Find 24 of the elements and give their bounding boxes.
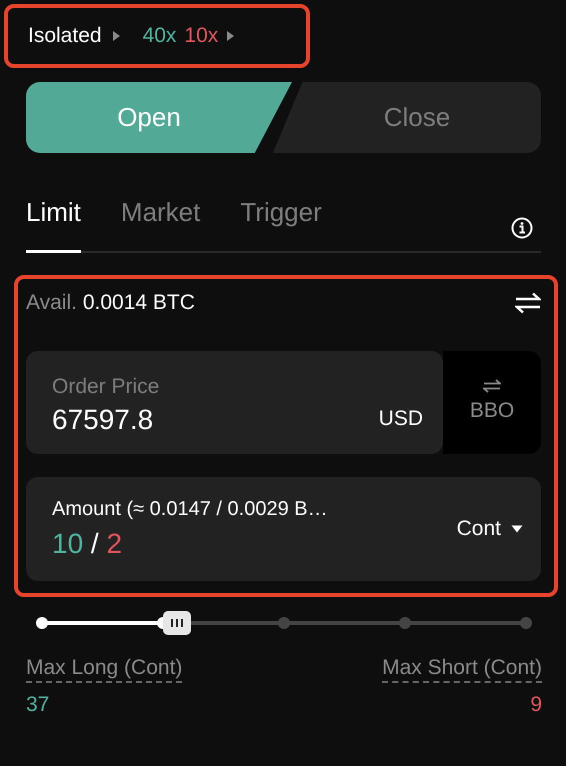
caret-icon — [226, 30, 236, 42]
slider-track[interactable] — [36, 611, 532, 635]
slider-thumb[interactable] — [163, 611, 191, 635]
max-short-label[interactable]: Max Short (Cont) — [382, 655, 542, 683]
max-long-value: 37 — [26, 692, 50, 718]
order-type-tab[interactable]: Trigger — [240, 193, 322, 253]
available-balance: Avail. 0.0014 BTC — [26, 290, 195, 316]
swap-icon — [483, 378, 501, 393]
currency-unit: USD — [378, 406, 423, 432]
price-field[interactable]: Order Price 67597.8 USD — [26, 351, 443, 454]
swap-icon[interactable] — [515, 292, 541, 314]
amount-field[interactable]: Amount (≈ 0.0147 / 0.0029 B… 10 / 2 Cont — [26, 477, 541, 581]
bbo-button[interactable]: BBO — [443, 351, 541, 454]
leverage-button[interactable]: 40x 10x — [142, 20, 236, 52]
order-type-tab[interactable]: Market — [120, 193, 200, 253]
margin-mode-button[interactable]: Isolated — [28, 20, 121, 52]
info-icon[interactable] — [511, 217, 533, 239]
caret-down-icon — [511, 525, 523, 533]
max-long-label[interactable]: Max Long (Cont) — [26, 655, 182, 683]
close-tab[interactable]: Close — [273, 82, 541, 153]
unit-dropdown[interactable]: Cont — [456, 513, 523, 545]
caret-icon — [112, 30, 121, 42]
max-short-value: 9 — [530, 692, 542, 718]
order-type-tab[interactable]: Limit — [26, 193, 81, 253]
